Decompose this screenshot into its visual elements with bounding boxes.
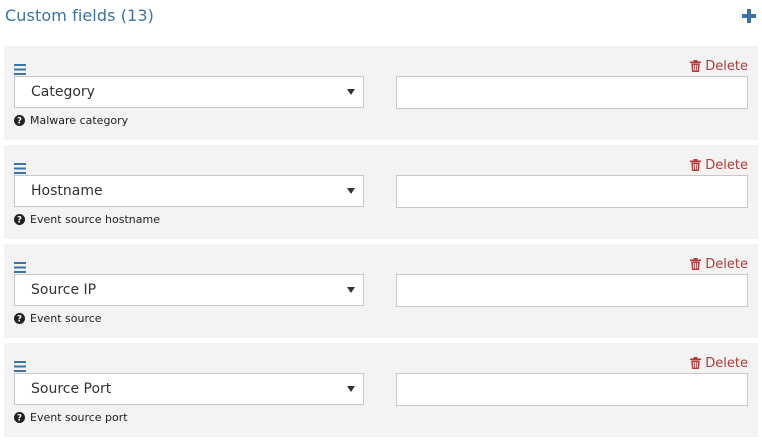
hamburger-icon — [14, 262, 26, 273]
trash-icon — [690, 159, 702, 171]
question-circle-icon: ? — [14, 115, 25, 126]
field-help: ? Event source hostname — [14, 213, 160, 226]
field-type-select[interactable]: Category — [14, 76, 364, 108]
help-text: Malware category — [30, 114, 129, 127]
field-help: ? Event source — [14, 312, 102, 325]
caret-down-icon — [347, 89, 355, 95]
delete-field-button[interactable]: Delete — [690, 58, 748, 74]
section-title: Custom fields (13) — [5, 6, 154, 25]
delete-field-button[interactable]: Delete — [690, 256, 748, 272]
drag-handle[interactable] — [14, 160, 28, 174]
caret-down-icon — [347, 386, 355, 392]
delete-label: Delete — [705, 256, 748, 272]
field-type-value: Source Port — [31, 381, 112, 397]
question-circle-icon: ? — [14, 214, 25, 225]
svg-text:?: ? — [17, 315, 22, 324]
hamburger-icon — [14, 361, 26, 372]
trash-icon — [690, 60, 702, 72]
field-type-select[interactable]: Source Port — [14, 373, 364, 405]
drag-handle[interactable] — [14, 61, 28, 75]
caret-down-icon — [347, 287, 355, 293]
question-circle-icon: ? — [14, 412, 25, 423]
field-type-value: Source IP — [31, 282, 97, 298]
hamburger-icon — [14, 163, 26, 174]
delete-label: Delete — [705, 355, 748, 371]
drag-handle[interactable] — [14, 259, 28, 273]
custom-field-row: Delete Hostname ? Event source hostname — [4, 145, 758, 239]
field-help: ? Event source port — [14, 411, 128, 424]
field-value-input[interactable] — [396, 373, 748, 406]
plus-icon — [742, 9, 756, 23]
field-value-input[interactable] — [396, 76, 748, 109]
svg-text:?: ? — [17, 414, 22, 423]
custom-field-row: Delete Source IP ? Event source — [4, 244, 758, 338]
field-value-input[interactable] — [396, 274, 748, 307]
trash-icon — [690, 357, 702, 369]
custom-fields-panel: Custom fields (13) Delete Category ? Mal… — [0, 0, 762, 442]
help-text: Event source — [30, 312, 102, 325]
field-help: ? Malware category — [14, 114, 128, 127]
add-field-button[interactable] — [741, 8, 757, 24]
custom-field-row: Delete Category ? Malware category — [4, 46, 758, 140]
field-type-value: Hostname — [31, 183, 103, 199]
field-value-input[interactable] — [396, 175, 748, 208]
custom-field-row: Delete Source Port ? Event source port — [4, 343, 758, 437]
delete-label: Delete — [705, 58, 748, 74]
delete-field-button[interactable]: Delete — [690, 355, 748, 371]
help-text: Event source port — [30, 411, 128, 424]
field-type-value: Category — [31, 84, 95, 100]
field-type-select[interactable]: Source IP — [14, 274, 364, 306]
custom-fields-header: Custom fields (13) — [0, 0, 762, 36]
hamburger-icon — [14, 64, 26, 75]
drag-handle[interactable] — [14, 358, 28, 372]
delete-field-button[interactable]: Delete — [690, 157, 748, 173]
trash-icon — [690, 258, 702, 270]
help-text: Event source hostname — [30, 213, 160, 226]
field-type-select[interactable]: Hostname — [14, 175, 364, 207]
svg-text:?: ? — [17, 216, 22, 225]
caret-down-icon — [347, 188, 355, 194]
delete-label: Delete — [705, 157, 748, 173]
svg-text:?: ? — [17, 117, 22, 126]
question-circle-icon: ? — [14, 313, 25, 324]
